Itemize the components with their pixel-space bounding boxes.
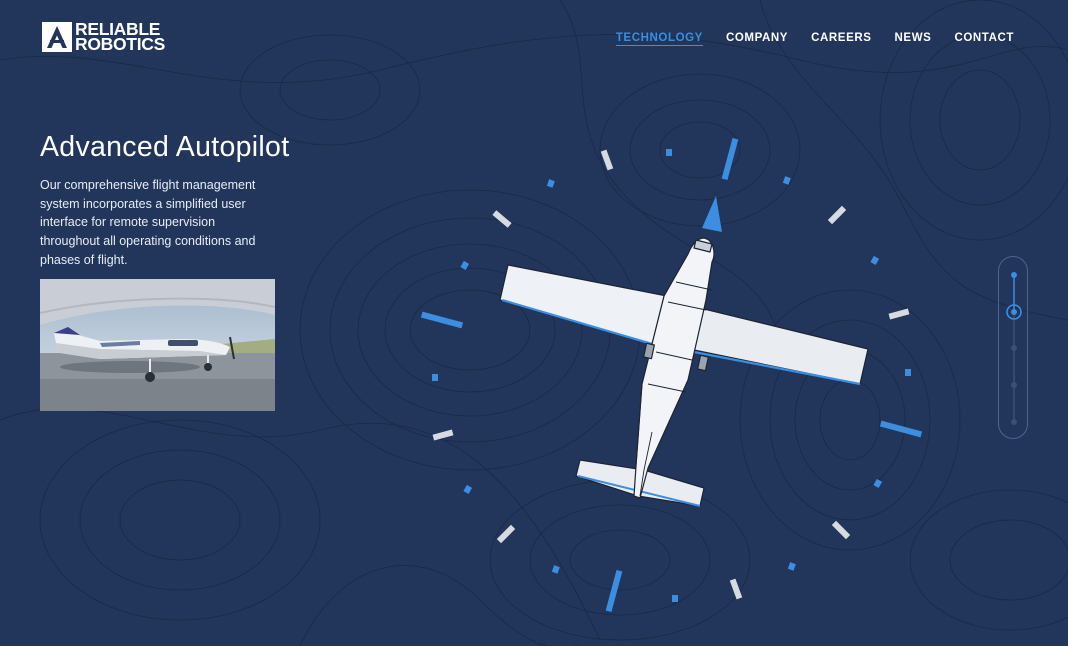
slider-step-3[interactable]: [1011, 345, 1017, 351]
heading-dial: [420, 137, 923, 613]
slider-step-4[interactable]: [1011, 382, 1017, 388]
slider-step-1[interactable]: [1011, 272, 1017, 278]
slider-step-5[interactable]: [1011, 419, 1017, 425]
section-slider[interactable]: [998, 256, 1028, 439]
airplane-top-view-icon: [499, 237, 869, 507]
